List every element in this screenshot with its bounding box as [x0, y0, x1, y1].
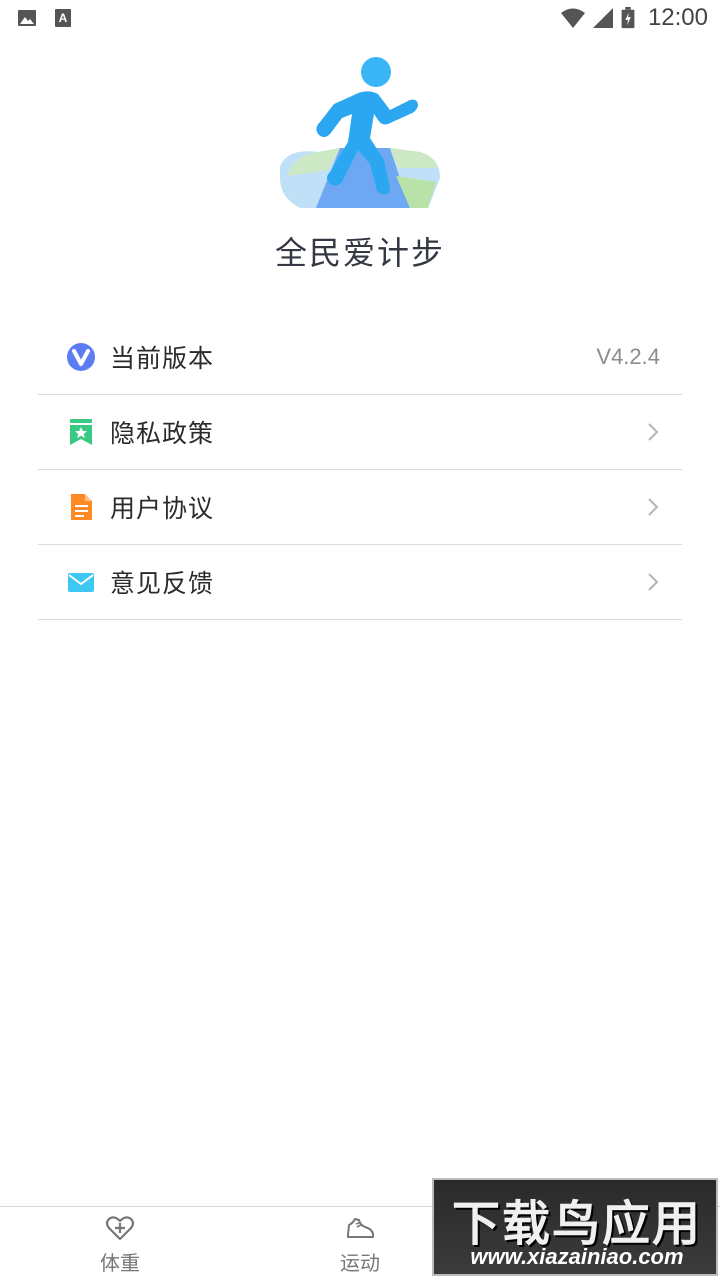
- chevron-right-icon: [648, 423, 659, 441]
- menu-item-user-agreement[interactable]: 用户协议: [38, 470, 682, 545]
- chevron-right-icon: [648, 573, 659, 591]
- menu-label-version: 当前版本: [110, 344, 215, 373]
- settings-menu: 当前版本 V4.2.4 隐私政策 用户协议 意见反馈: [38, 320, 682, 620]
- font-icon: A: [55, 9, 71, 27]
- version-value: V4.2.4: [596, 344, 660, 369]
- nav-item-weight[interactable]: 体重: [0, 1207, 240, 1280]
- status-left: A: [16, 7, 74, 29]
- version-v-icon: [67, 343, 95, 371]
- nav-label-sport: 运动: [340, 1250, 380, 1275]
- signal-icon: [592, 8, 613, 28]
- sneaker-icon: [347, 1217, 374, 1238]
- document-icon: [71, 494, 92, 520]
- menu-label-feedback: 意见反馈: [110, 569, 215, 598]
- wifi-icon: [560, 8, 585, 28]
- menu-label-privacy-policy: 隐私政策: [110, 419, 215, 448]
- chevron-right-icon: [648, 498, 659, 516]
- menu-item-privacy-policy[interactable]: 隐私政策: [38, 395, 682, 470]
- status-time: 12:00: [647, 4, 708, 31]
- image-icon: [18, 10, 36, 26]
- app-name: 全民爱计步: [274, 234, 445, 272]
- menu-item-feedback[interactable]: 意见反馈: [38, 545, 682, 620]
- about-screen: A 12:00 全民爱计步 当前版本 V4.2.4 隐私政策 用户协议 意见反馈…: [0, 0, 720, 1280]
- bookmark-star-icon: [70, 419, 92, 445]
- svg-text:A: A: [59, 11, 68, 25]
- menu-item-version[interactable]: 当前版本 V4.2.4: [38, 320, 682, 395]
- battery-icon: [621, 7, 635, 29]
- nav-label-weight: 体重: [100, 1250, 140, 1275]
- running-man-logo-icon: [278, 48, 442, 212]
- menu-label-user-agreement: 用户协议: [110, 494, 215, 523]
- heart-plus-icon: [105, 1215, 135, 1241]
- status-bar: A 12:00: [0, 0, 720, 36]
- status-right: 12:00: [560, 4, 708, 32]
- watermark-url: www.xiazainiao.com: [470, 1244, 684, 1269]
- watermark-logo: 下载鸟应用 www.xiazainiao.com: [432, 1178, 718, 1276]
- mail-icon: [68, 573, 94, 592]
